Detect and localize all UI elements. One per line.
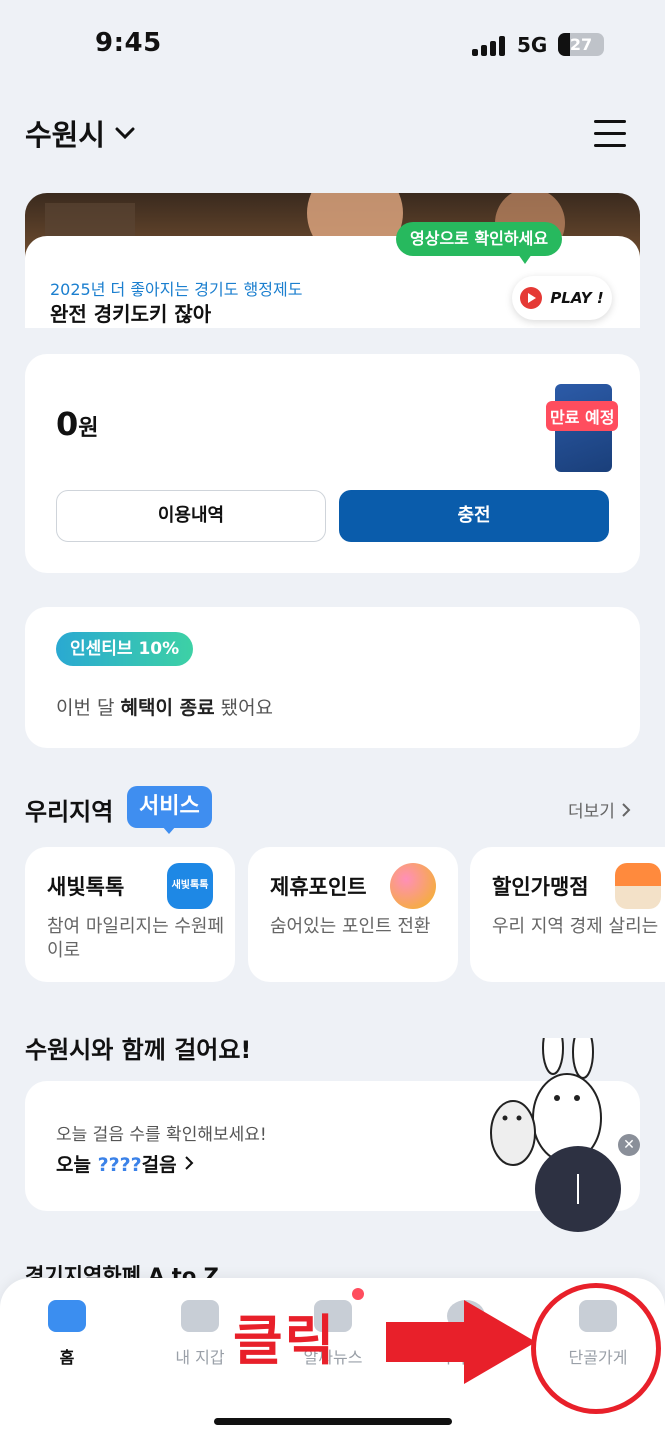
- walk-subtitle: 오늘 걸음 수를 확인해보세요!: [56, 1125, 267, 1145]
- battery-icon: 27: [558, 33, 604, 56]
- wallet-icon: [181, 1300, 219, 1332]
- signal-icon: [472, 36, 508, 56]
- walk-prefix: 오늘: [56, 1154, 98, 1176]
- walk-title: 수원시와 함께 걸어요!: [25, 1036, 252, 1064]
- step-count: ????: [97, 1154, 142, 1176]
- battery-level: 27: [569, 35, 593, 54]
- nav-home[interactable]: 홈: [12, 1300, 122, 1368]
- incentive-card[interactable]: [25, 607, 640, 748]
- city-label: 수원시: [25, 118, 106, 152]
- balance-value: 0: [56, 405, 79, 443]
- points-icon: [390, 863, 436, 909]
- chevron-down-icon: [115, 127, 135, 140]
- balance-unit: 원: [78, 416, 99, 441]
- walk-suffix: 걸음: [141, 1154, 177, 1176]
- saebit-icon: 새빛톡톡: [167, 863, 213, 909]
- service-card-saebit[interactable]: 새빛톡톡 참여 마일리지는 수원페이로 새빛톡톡: [25, 847, 235, 982]
- service-title: 제휴포인트: [270, 875, 367, 899]
- more-label: 더보기: [568, 802, 615, 822]
- bubble-tail: [518, 254, 532, 264]
- home-icon: [48, 1300, 86, 1332]
- notification-dot: [352, 1288, 364, 1300]
- incentive-bold: 혜택이 종료: [120, 697, 215, 719]
- banner-subtitle: 2025년 더 좋아지는 경기도 행정제도: [50, 280, 303, 299]
- city-selector[interactable]: 수원시: [25, 112, 135, 154]
- service-desc: 참여 마일리지는 수원페이로: [47, 916, 225, 961]
- expire-badge: 만료 예정: [546, 401, 619, 431]
- highlight-circle: [531, 1283, 661, 1414]
- nav-label: 홈: [59, 1348, 75, 1367]
- service-card-points[interactable]: 제휴포인트 숨어있는 포인트 전환: [248, 847, 458, 982]
- play-icon: [520, 287, 543, 309]
- balance-amount: 0원: [56, 405, 99, 443]
- status-time: 9:45: [95, 28, 162, 58]
- menu-icon[interactable]: [594, 120, 626, 148]
- play-label: PLAY !: [550, 289, 604, 307]
- service-tag-tail: [162, 826, 176, 834]
- service-desc: 숨어있는 포인트 전환: [270, 916, 431, 937]
- charge-button[interactable]: 충전: [339, 490, 609, 542]
- network-label: 5G: [517, 33, 548, 57]
- walk-steps-link[interactable]: 오늘 ????걸음: [56, 1150, 195, 1177]
- nav-label: 내 지갑: [175, 1348, 225, 1367]
- incentive-prefix: 이번 달: [56, 697, 121, 719]
- arrow-right-icon: [386, 1300, 536, 1384]
- incentive-badge: 인센티브 10%: [56, 632, 194, 666]
- store-discount-icon: [615, 863, 661, 909]
- service-title: 새빛톡톡: [47, 875, 125, 899]
- service-title: 할인가맹점: [492, 875, 589, 899]
- click-annotation: 클릭: [233, 1309, 337, 1372]
- play-button[interactable]: PLAY !: [512, 276, 612, 320]
- incentive-suffix: 됐어요: [214, 697, 274, 719]
- chevron-right-icon: [185, 1156, 194, 1170]
- service-card-discount[interactable]: 할인가맹점 우리 지역 경제 살리는: [470, 847, 665, 982]
- more-link[interactable]: 더보기: [568, 797, 631, 822]
- video-bubble: 영상으로 확인하세요: [396, 222, 563, 256]
- chevron-right-icon: [622, 802, 631, 817]
- floating-widget-button[interactable]: [535, 1146, 621, 1232]
- region-title: 우리지역: [25, 798, 114, 826]
- close-icon[interactable]: ✕: [618, 1134, 640, 1156]
- service-desc: 우리 지역 경제 살리는: [492, 916, 659, 937]
- banner-title: 완전 경키도키 잖아: [50, 302, 212, 326]
- home-indicator: [214, 1418, 452, 1425]
- incentive-text: 이번 달 혜택이 종료 됐어요: [56, 693, 273, 720]
- service-tag: 서비스: [127, 786, 212, 828]
- history-button[interactable]: 이용내역: [56, 490, 326, 542]
